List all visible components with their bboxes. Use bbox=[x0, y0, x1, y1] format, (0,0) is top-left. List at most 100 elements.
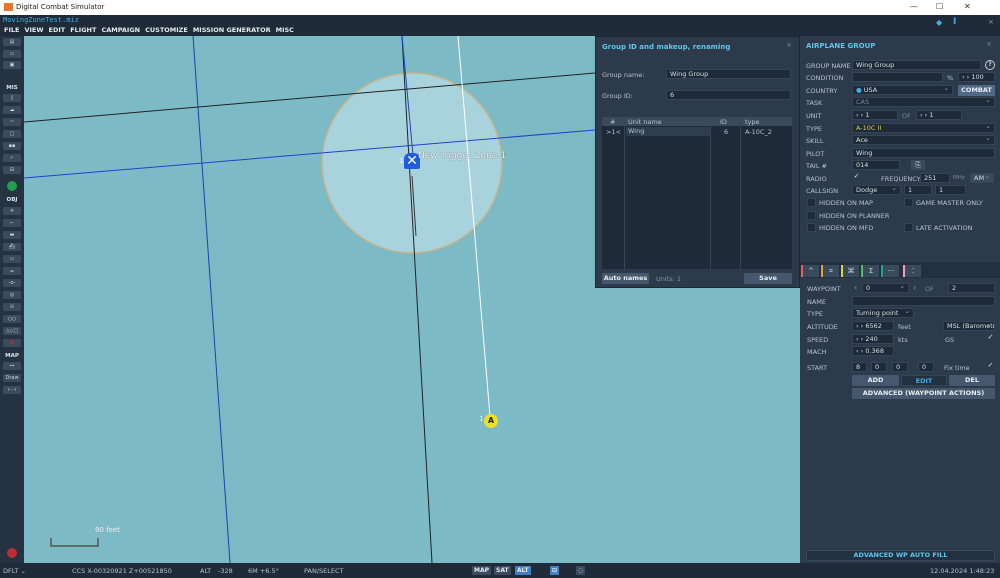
waypoint-marker[interactable]: A bbox=[484, 414, 498, 428]
tab-summary-icon[interactable]: Σ bbox=[861, 265, 879, 277]
speed-stepper[interactable]: ‹ › 240 bbox=[852, 334, 894, 344]
pilot-input[interactable]: Wing bbox=[852, 148, 995, 158]
copy-tail-icon[interactable]: ⎘ bbox=[911, 160, 925, 170]
help-icon[interactable]: ? bbox=[985, 60, 995, 70]
waypoint-select[interactable]: 0 bbox=[862, 283, 909, 293]
trigger-zone-icon[interactable]: □ bbox=[3, 130, 21, 138]
unit-of-stepper[interactable]: ‹ › 1 bbox=[916, 110, 962, 120]
waypoint-name-input[interactable] bbox=[852, 296, 995, 306]
menu-misc[interactable]: MISC bbox=[276, 26, 294, 35]
condition-stepper[interactable]: ‹ › 100 bbox=[958, 72, 995, 82]
hidden-on-mfd-checkbox[interactable] bbox=[807, 223, 816, 232]
open-mission-icon[interactable]: ▭ bbox=[3, 50, 21, 58]
prev-waypoint-icon[interactable]: ‹ bbox=[854, 283, 857, 292]
delete-icon[interactable]: ✖ bbox=[3, 339, 21, 347]
compass-icon[interactable]: ◌ bbox=[576, 566, 586, 575]
add-shapes-icon[interactable]: △◇□ bbox=[3, 327, 21, 335]
add-template-icon[interactable]: ⌓ bbox=[3, 267, 21, 275]
next-waypoint-icon[interactable]: › bbox=[913, 283, 916, 292]
sat-layer-button[interactable]: SAT bbox=[494, 566, 511, 575]
callsign-number-2[interactable]: 1 bbox=[935, 185, 966, 195]
tab-nav-points-icon[interactable]: ⁚ bbox=[903, 265, 921, 277]
advanced-waypoint-actions-button[interactable]: ADVANCED (WAYPOINT ACTIONS) bbox=[852, 388, 995, 399]
altitude-stepper[interactable]: ‹ › 6562 bbox=[852, 321, 894, 331]
add-waypoint-button[interactable]: ADD bbox=[852, 375, 899, 386]
group-name-input[interactable]: Wing Group bbox=[852, 60, 981, 70]
panel-close-button[interactable]: × bbox=[986, 40, 992, 48]
add-helicopter-icon[interactable]: ⌐ bbox=[3, 219, 21, 227]
modulation-select[interactable]: AM bbox=[970, 173, 994, 183]
add-ground-unit-icon[interactable]: ▬ bbox=[3, 231, 21, 239]
map-options-icon[interactable]: ⊟ bbox=[550, 566, 560, 575]
start-hour-input[interactable]: 0 bbox=[871, 362, 887, 372]
start-second-input[interactable]: 0 bbox=[918, 362, 934, 372]
radio-checkbox[interactable]: ✓ bbox=[852, 173, 861, 182]
callsign-select[interactable]: Dodge bbox=[852, 185, 901, 195]
close-window-button[interactable]: ✕ bbox=[964, 2, 971, 11]
start-minute-input[interactable]: 0 bbox=[892, 362, 908, 372]
tail-input[interactable]: 014 bbox=[852, 160, 900, 170]
frequency-input[interactable]: 251 bbox=[920, 173, 950, 183]
unit-stepper[interactable]: ‹ › 1 bbox=[852, 110, 898, 120]
map-layer-button[interactable]: MAP bbox=[472, 566, 492, 575]
tab-waypoints-route-icon[interactable]: ^ bbox=[801, 265, 819, 277]
menu-edit[interactable]: EDIT bbox=[49, 26, 66, 35]
waypoint-type-select[interactable]: Turning point bbox=[852, 308, 914, 318]
auto-names-button[interactable]: Auto names bbox=[602, 273, 649, 284]
record-icon[interactable] bbox=[7, 548, 17, 558]
condition-input[interactable] bbox=[852, 72, 943, 82]
altitude-reference-select[interactable]: MSL (Barometric) bbox=[943, 321, 995, 331]
advanced-wp-auto-fill-button[interactable]: ADVANCED WP AUTO FILL bbox=[806, 550, 995, 561]
add-bullseye-icon[interactable]: ◎ bbox=[3, 291, 21, 299]
ruler-icon[interactable]: ⊶ bbox=[3, 362, 21, 370]
country-select[interactable]: ● USA bbox=[852, 85, 953, 95]
menu-view[interactable]: VIEW bbox=[24, 26, 43, 35]
hidden-on-planner-checkbox[interactable] bbox=[807, 211, 816, 220]
triggers-icon[interactable]: ~ bbox=[3, 118, 21, 126]
menu-campaign[interactable]: CAMPAIGN bbox=[101, 26, 140, 35]
layer-select[interactable]: DFLT ⌄ bbox=[3, 567, 26, 575]
add-route-icon[interactable]: ○○ bbox=[3, 315, 21, 323]
resources-icon[interactable]: ⊟ bbox=[3, 166, 21, 174]
save-mission-icon[interactable]: ▣ bbox=[3, 61, 21, 69]
table-row[interactable]: >1< Wing 6 A-10C_2 bbox=[602, 127, 792, 136]
add-static-icon[interactable]: ▭ bbox=[3, 255, 21, 263]
add-ship-icon[interactable]: ⛴ bbox=[3, 243, 21, 251]
weather-icon[interactable]: ☁ bbox=[3, 106, 21, 114]
skill-select[interactable]: Ace bbox=[852, 135, 995, 145]
fix-time-checkbox[interactable]: ✓ bbox=[986, 362, 995, 371]
group-name-input[interactable]: Wing Group bbox=[666, 69, 791, 79]
tab-radio-icon[interactable]: ··· bbox=[881, 265, 899, 277]
measure-icon[interactable]: ⊢⊣ bbox=[3, 386, 21, 394]
alt-layer-button[interactable]: ALT bbox=[515, 566, 531, 575]
menu-mission-generator[interactable]: MISSION GENERATOR bbox=[193, 26, 271, 35]
group-id-input[interactable]: 6 bbox=[666, 90, 791, 100]
edit-waypoint-button[interactable]: EDIT bbox=[901, 375, 947, 386]
mach-stepper[interactable]: ‹ › 0.368 bbox=[852, 346, 894, 356]
gs-checkbox[interactable]: ✓ bbox=[986, 334, 995, 343]
coalition-icon[interactable] bbox=[7, 181, 17, 191]
add-airplane-icon[interactable]: ✈ bbox=[3, 207, 21, 215]
hidden-on-map-checkbox[interactable] bbox=[807, 198, 816, 207]
start-day-input[interactable]: 8 bbox=[852, 362, 867, 372]
delete-waypoint-button[interactable]: DEL bbox=[949, 375, 995, 386]
new-mission-icon[interactable]: ▤ bbox=[3, 38, 21, 46]
briefing-icon[interactable]: ▯ bbox=[3, 94, 21, 102]
dialog-close-button[interactable]: × bbox=[786, 41, 792, 49]
combat-button[interactable]: COMBAT bbox=[958, 85, 995, 96]
maximize-button[interactable]: ☐ bbox=[936, 2, 943, 11]
check-icon[interactable]: ✓ bbox=[3, 154, 21, 162]
game-master-only-checkbox[interactable] bbox=[904, 198, 913, 207]
unit-name-cell[interactable]: Wing bbox=[626, 127, 710, 136]
goals-icon[interactable]: ▪▪ bbox=[3, 142, 21, 150]
close-mission-icon[interactable]: × bbox=[988, 18, 994, 26]
menu-customize[interactable]: CUSTOMIZE bbox=[145, 26, 188, 35]
draw-button[interactable]: Draw bbox=[3, 374, 21, 382]
task-select[interactable]: CAS bbox=[852, 97, 995, 107]
add-ip-icon[interactable]: ⊙ bbox=[3, 303, 21, 311]
save-button[interactable]: Save bbox=[744, 273, 792, 284]
add-navpoint-icon[interactable]: -o- bbox=[3, 279, 21, 287]
menu-file[interactable]: FILE bbox=[4, 26, 19, 35]
late-activation-checkbox[interactable] bbox=[904, 223, 913, 232]
minimize-button[interactable]: — bbox=[910, 2, 918, 11]
